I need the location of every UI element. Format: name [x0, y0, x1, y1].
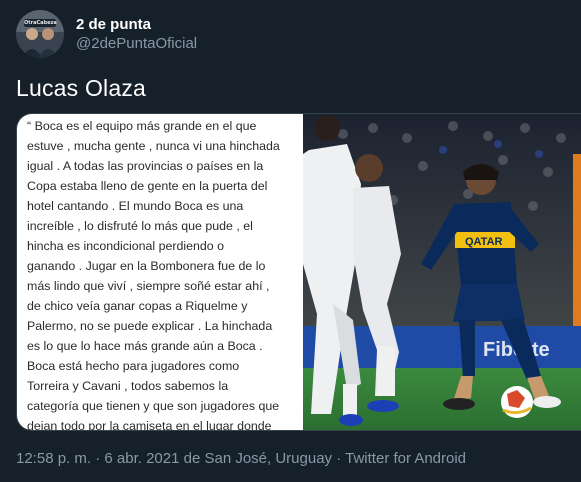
shirt-sponsor: QATAR [465, 236, 503, 248]
avatar[interactable]: OtraCabeza [16, 10, 64, 58]
user-handle[interactable]: @2dePuntaOficial [76, 34, 197, 53]
meta-separator: · [336, 450, 342, 467]
avatar-label: OtraCabeza [24, 20, 57, 26]
author-names: 2 de punta @2dePuntaOficial [76, 15, 197, 53]
tweet-meta: 12:58 p. m. · 6 abr. 2021 de San José, U… [16, 449, 466, 469]
display-name[interactable]: 2 de punta [76, 15, 197, 34]
tweet-source-link[interactable]: Twitter for Android [345, 450, 466, 467]
avatar-image [16, 10, 64, 58]
media-photo[interactable]: Fiberte QATAR [303, 114, 581, 430]
meta-separator: · [95, 450, 101, 467]
tweet-header: OtraCabeza 2 de punta @2dePuntaOficial [16, 10, 197, 58]
tweet: OtraCabeza 2 de punta @2dePuntaOficial L… [0, 0, 581, 482]
quote-text: “ Boca es el equipo más grande en el que… [27, 119, 280, 431]
soccer-photo: Fiberte QATAR [303, 114, 581, 430]
tweet-media[interactable]: “ Boca es el equipo más grande en el que… [16, 113, 581, 431]
tweet-text: Lucas Olaza [16, 75, 147, 101]
tweet-date-location-link[interactable]: 6 abr. 2021 de San José, Uruguay [104, 450, 332, 467]
media-quote-image[interactable]: “ Boca es el equipo más grande en el que… [17, 114, 301, 430]
tweet-time-link[interactable]: 12:58 p. m. [16, 450, 91, 467]
